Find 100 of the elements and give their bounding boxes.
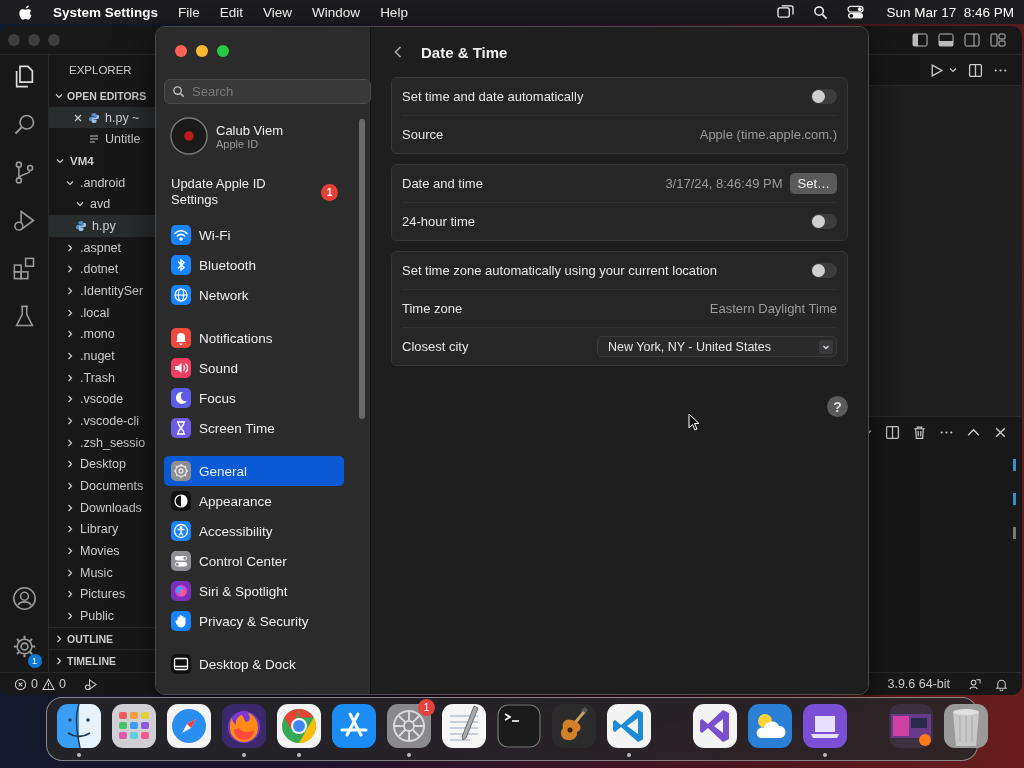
window-thumbnail-icon[interactable]	[887, 701, 935, 750]
account-icon[interactable]	[10, 585, 38, 612]
tree-item[interactable]: .vscode	[49, 388, 155, 411]
tree-item[interactable]: Desktop	[49, 453, 155, 476]
tree-item[interactable]: .vscode-cli	[49, 410, 155, 432]
notepad-icon[interactable]	[440, 701, 488, 750]
sidebar-item[interactable]: Wi-Fi	[164, 220, 344, 250]
sidebar-item[interactable]: Network	[164, 280, 344, 310]
fox-globe-icon[interactable]	[220, 701, 268, 750]
sidebar-item[interactable]: Notifications	[164, 323, 344, 353]
chevron-icon[interactable]	[948, 65, 958, 75]
toggle-switch[interactable]	[811, 214, 837, 229]
tree-item[interactable]: .local	[49, 301, 155, 324]
app-menu[interactable]: System Settings	[53, 4, 159, 20]
ribbon-icon[interactable]	[691, 701, 739, 750]
bell-icon[interactable]	[995, 677, 1008, 691]
tree-item[interactable]: Downloads	[49, 496, 155, 519]
sidebar-item[interactable]: Control Center	[164, 546, 344, 576]
search-field[interactable]: Search	[164, 79, 371, 104]
tree-item[interactable]: .nuget	[49, 345, 155, 367]
run-icon[interactable]	[929, 62, 944, 78]
python-interpreter[interactable]: 3.9.6 64-bit	[887, 677, 950, 691]
tree-item[interactable]: VM4	[49, 150, 155, 172]
search-icon[interactable]	[812, 4, 830, 20]
tree-item[interactable]: Movies	[49, 540, 155, 562]
help-button[interactable]: ?	[827, 396, 848, 417]
tree-item[interactable]: Public	[49, 605, 155, 627]
set-button[interactable]: Set…	[790, 173, 837, 194]
close-icon[interactable]	[73, 112, 83, 123]
panel-layout-icon[interactable]	[938, 33, 954, 47]
menu-item[interactable]: File	[178, 4, 200, 20]
tree-item[interactable]: avd	[49, 193, 155, 216]
scrollbar[interactable]	[359, 119, 365, 419]
toggles-icon[interactable]	[847, 4, 865, 20]
ring-globe-icon[interactable]	[275, 701, 323, 750]
tree-item[interactable]: h.py	[49, 215, 155, 237]
tree-item[interactable]: .mono	[49, 323, 155, 346]
code-ribbon-icon[interactable]	[605, 701, 653, 750]
sidebar-item[interactable]: Accessibility	[164, 516, 344, 546]
letter-a-icon[interactable]	[330, 701, 378, 750]
warning-icon[interactable]	[41, 677, 55, 691]
warning-count[interactable]: 0	[58, 677, 66, 691]
cloud-icon[interactable]	[746, 701, 794, 750]
open-editor-item[interactable]: h.py ~	[49, 106, 155, 129]
tree-item[interactable]: Library	[49, 518, 155, 541]
section-header[interactable]: TIMELINE	[49, 649, 155, 672]
error-icon[interactable]	[14, 677, 27, 691]
custom-layout-icon[interactable]	[990, 33, 1006, 47]
tree-item[interactable]: Pictures	[49, 583, 155, 606]
menu-item[interactable]: Window	[312, 4, 361, 20]
tree-item[interactable]: .zsh_sessio	[49, 431, 155, 454]
sidebar-layout-icon[interactable]	[912, 33, 928, 47]
sidebar-item[interactable]: Focus	[164, 383, 344, 413]
zoom-button[interactable]	[217, 45, 229, 57]
sidebar-item[interactable]: Sound	[164, 353, 344, 383]
sidebar-item[interactable]: Privacy & Security	[164, 606, 344, 636]
sidebar-item[interactable]: Bluetooth	[164, 250, 344, 280]
sidebar-item[interactable]: Desktop & Dock	[164, 649, 344, 679]
menu-bar-clock[interactable]: Sun Mar 17 8:46 PM	[886, 4, 1014, 20]
gear-icon[interactable]	[385, 701, 433, 750]
toggle-switch[interactable]	[811, 89, 837, 104]
notice-link[interactable]: Update Apple ID Settings	[171, 176, 291, 208]
device-icon[interactable]	[801, 701, 849, 750]
split-terminal-icon[interactable]	[885, 424, 900, 440]
windows-icon[interactable]	[777, 4, 795, 20]
minimize-button[interactable]	[196, 45, 208, 57]
split-layout-icon[interactable]	[964, 33, 980, 47]
tree-item[interactable]: .aspnet	[49, 236, 155, 259]
debug-icon[interactable]	[83, 677, 97, 691]
back-icon[interactable]	[393, 45, 403, 59]
close-button[interactable]	[175, 45, 187, 57]
section-header[interactable]: OUTLINE	[49, 626, 155, 650]
sidebar-item[interactable]: General	[164, 456, 344, 486]
menu-item[interactable]: View	[263, 4, 293, 20]
tree-item[interactable]: .IdentitySer	[49, 280, 155, 302]
guitar-icon[interactable]	[550, 701, 598, 750]
tree-item[interactable]: Documents	[49, 475, 155, 497]
menu-item[interactable]: Help	[380, 4, 408, 20]
section-header[interactable]: OPEN EDITORS	[49, 85, 155, 107]
city-dropdown[interactable]: New York, NY - United States	[597, 336, 837, 357]
trash-icon[interactable]	[912, 424, 927, 440]
tree-item[interactable]: .dotnet	[49, 258, 155, 281]
compass-icon[interactable]	[165, 701, 213, 750]
sidebar-item[interactable]: Siri & Spotlight	[164, 576, 344, 606]
open-editor-item[interactable]: Untitle	[49, 128, 155, 150]
sidebar-item[interactable]: Appearance	[164, 486, 344, 516]
sidebar-item[interactable]: Screen Time	[164, 413, 344, 443]
trash-icon[interactable]	[942, 701, 990, 750]
tree-item[interactable]: .android	[49, 171, 155, 194]
split-editor-icon[interactable]	[968, 62, 983, 78]
account-item[interactable]: Calub Viem Apple ID	[164, 114, 344, 158]
terminal-icon[interactable]	[495, 701, 543, 750]
feedback-icon[interactable]	[968, 677, 981, 691]
tree-item[interactable]: Music	[49, 561, 155, 584]
face-icon[interactable]	[55, 701, 103, 750]
error-count[interactable]: 0	[31, 677, 38, 691]
tree-item[interactable]: .Trash	[49, 366, 155, 389]
toggle-switch[interactable]	[811, 263, 837, 278]
menu-item[interactable]: Edit	[219, 4, 244, 20]
apple-icon[interactable]	[18, 3, 33, 21]
